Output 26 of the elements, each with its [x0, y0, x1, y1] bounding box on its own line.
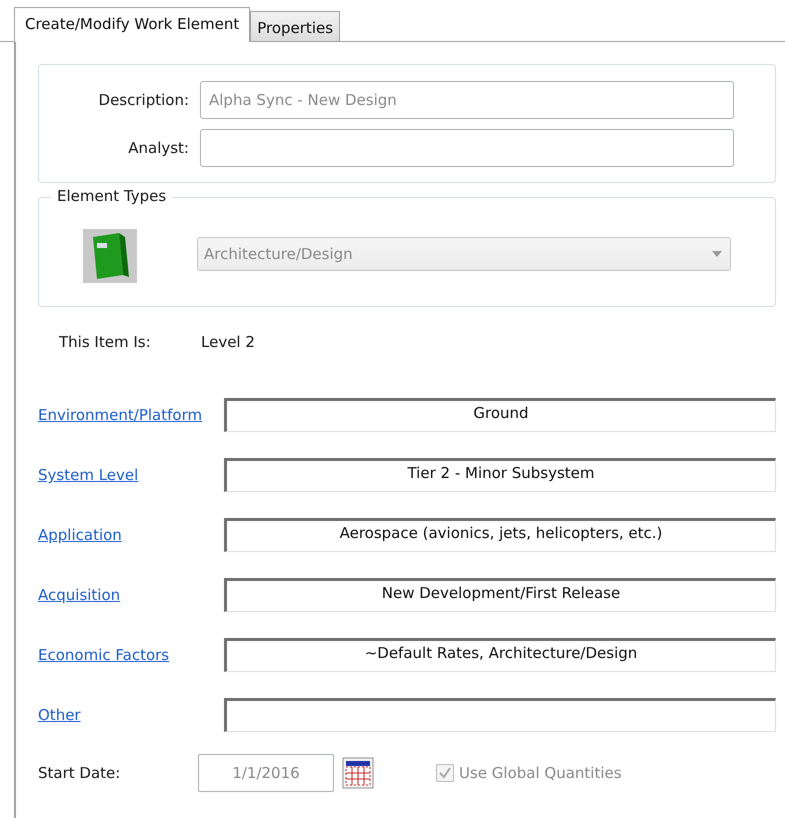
analyst-label: Analyst:: [127, 139, 189, 157]
attribute-field[interactable]: Aerospace (avionics, jets, helicopters, etc.): [224, 518, 776, 552]
book-icon: [83, 229, 137, 283]
attribute-field[interactable]: New Development/First Release: [224, 578, 776, 612]
attribute-field[interactable]: [224, 698, 776, 732]
attribute-field[interactable]: ~Default Rates, Architecture/Design: [224, 638, 776, 672]
caret-icon: [712, 251, 722, 257]
tab[interactable]: Create/Modify Work Element: [14, 7, 250, 42]
attribute-link[interactable]: Application: [38, 526, 122, 544]
attribute-link[interactable]: Economic Factors: [38, 646, 170, 664]
attribute-field[interactable]: Ground: [224, 398, 776, 432]
calendar-icon[interactable]: [342, 757, 374, 789]
start-date-label: Start Date:: [38, 764, 122, 782]
attribute-link[interactable]: Acquisition: [38, 586, 120, 604]
group-legend: Element Types: [51, 187, 172, 205]
attribute-field[interactable]: Tier 2 - Minor Subsystem: [224, 458, 776, 492]
date-field[interactable]: 1/1/2016: [198, 754, 334, 792]
item-level-label: This Item Is:: [59, 333, 152, 351]
item-level-value: Level 2: [201, 333, 255, 351]
checkbox-label: Use Global Quantities: [459, 764, 622, 782]
description-label: Description:: [98, 91, 189, 109]
attribute-link[interactable]: System Level: [38, 466, 138, 484]
tab[interactable]: Properties: [250, 11, 340, 41]
attribute-link[interactable]: Other: [38, 706, 81, 724]
analyst-field[interactable]: [200, 129, 734, 167]
attribute-link[interactable]: Environment/Platform: [38, 406, 202, 424]
